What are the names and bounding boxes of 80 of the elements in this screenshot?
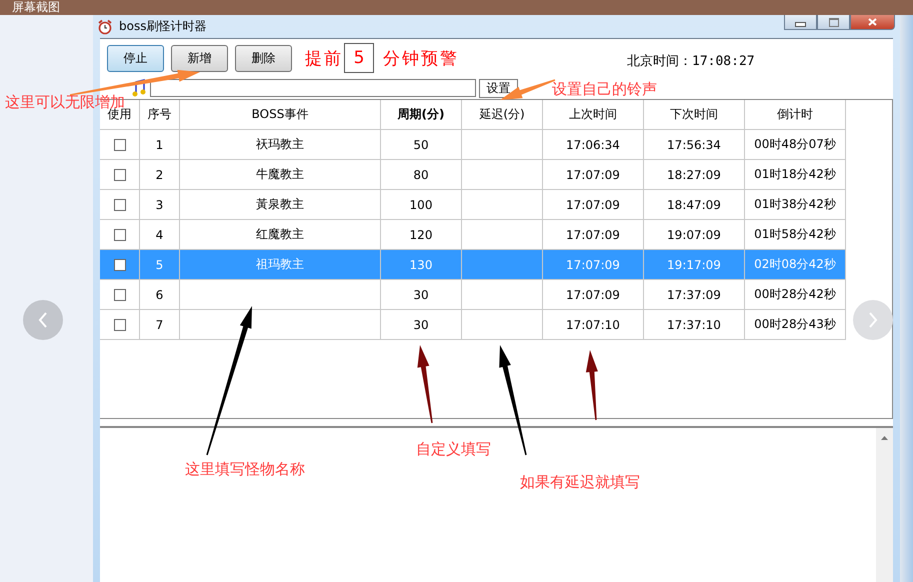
- table-cell: 6: [156, 288, 164, 302]
- table-cell: 17:07:09: [566, 288, 620, 302]
- chevron-right-icon: [868, 312, 878, 328]
- warning-label: 分钟预警: [383, 48, 459, 70]
- table-cell: 17:06:34: [566, 138, 620, 152]
- table-cell: 01时38分42秒: [754, 197, 836, 211]
- table-cell: 00时28分42秒: [754, 287, 836, 301]
- table-cell: 17:37:09: [667, 288, 721, 302]
- set-button[interactable]: 设置: [479, 78, 518, 98]
- table-cell: 00时48分07秒: [754, 137, 836, 151]
- table-cell: 17:07:09: [566, 168, 620, 182]
- checkbox[interactable]: [114, 289, 126, 302]
- checkbox[interactable]: [114, 319, 126, 332]
- table-cell: 祖玛教主: [256, 257, 304, 271]
- window-title: boss刷怪计时器: [119, 18, 206, 35]
- alarm-clock-icon: [97, 18, 113, 34]
- annotation-text: 这里填写怪物名称: [185, 460, 305, 479]
- table-cell: 1: [156, 138, 164, 152]
- table-cell: 30: [413, 288, 429, 302]
- table-cell: 2: [156, 168, 164, 182]
- table-cell: 18:27:09: [667, 168, 721, 182]
- close-icon: [868, 18, 877, 26]
- ringtone-field[interactable]: [150, 79, 476, 97]
- table-cell: 17:56:34: [667, 138, 721, 152]
- table-cell: 01时58分42秒: [754, 227, 836, 241]
- table-cell: 牛魔教主: [256, 167, 304, 181]
- checkbox[interactable]: [114, 229, 126, 242]
- checkbox[interactable]: [114, 169, 126, 182]
- table-cell: 4: [156, 228, 164, 242]
- music-note-icon: [132, 79, 146, 97]
- scrollbar[interactable]: [876, 428, 893, 582]
- column-header[interactable]: 倒计时: [777, 107, 813, 121]
- maximize-button[interactable]: [817, 15, 850, 30]
- scroll-up-icon: [881, 436, 888, 440]
- table-row[interactable]: 6 30 17:07:09 17:37:09 00时28分42秒: [100, 280, 846, 310]
- annotation-text: 设置自己的铃声: [552, 80, 657, 99]
- table-row[interactable]: 1 祆玛教主 50 17:06:34 17:56:34 00时48分07秒: [100, 130, 846, 160]
- minimize-button[interactable]: [784, 15, 817, 30]
- table-cell: 红魔教主: [256, 227, 304, 241]
- table-cell: 17:07:09: [566, 258, 620, 272]
- table-cell: 3: [156, 198, 164, 212]
- table-cell: 01时18分42秒: [754, 167, 836, 181]
- table-cell: 120: [410, 228, 432, 242]
- table-cell: 19:17:09: [667, 258, 721, 272]
- checkbox[interactable]: [114, 199, 126, 212]
- advance-label: 提前: [305, 48, 343, 70]
- bar-title: 屏幕截图: [12, 2, 60, 12]
- table-cell: 7: [156, 318, 164, 332]
- table-cell: 50: [413, 138, 429, 152]
- table-cell: 130: [410, 258, 432, 272]
- table-cell: 80: [413, 168, 429, 182]
- chevron-left-icon: [38, 312, 48, 328]
- table-cell: 17:37:10: [667, 318, 721, 332]
- table-cell: 19:07:09: [667, 228, 721, 242]
- table-cell: 18:47:09: [667, 198, 721, 212]
- table-cell: 17:07:10: [566, 318, 620, 332]
- minutes-field[interactable]: 5: [344, 43, 374, 73]
- table-cell: 17:07:09: [566, 228, 620, 242]
- table-cell: 30: [413, 318, 429, 332]
- toolbar-button[interactable]: 停止: [107, 44, 164, 72]
- table-row[interactable]: 2 牛魔教主 80 17:07:09 18:27:09 01时18分42秒: [100, 160, 846, 190]
- column-header[interactable]: 使用: [108, 107, 132, 121]
- table-row[interactable]: 3 黃泉教主 100 17:07:09 18:47:09 01时38分42秒: [100, 190, 846, 220]
- annotation-text: 自定义填写: [416, 440, 491, 459]
- column-header[interactable]: BOSS事件: [252, 107, 308, 121]
- checkbox[interactable]: [114, 259, 126, 272]
- table-cell: 祆玛教主: [256, 137, 304, 151]
- table-cell: 17:07:09: [566, 198, 620, 212]
- table-cell: 黃泉教主: [256, 197, 304, 211]
- table-cell: 02时08分42秒: [754, 257, 836, 271]
- toolbar-button[interactable]: 新增: [171, 44, 228, 72]
- table-cell: 100: [410, 198, 432, 212]
- annotation-text: 如果有延迟就填写: [520, 473, 640, 492]
- toolbar-button[interactable]: 删除: [235, 44, 292, 72]
- clock-text: 北京时间：17:08:27: [627, 53, 755, 70]
- close-button[interactable]: [850, 15, 895, 30]
- arrow: [586, 350, 598, 420]
- table-cell: 5: [156, 258, 164, 272]
- table-cell: 00时28分43秒: [754, 317, 836, 331]
- checkbox[interactable]: [114, 139, 126, 152]
